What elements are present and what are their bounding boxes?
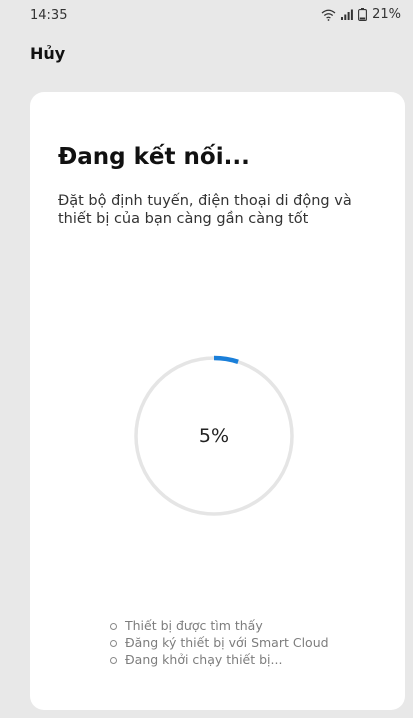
page-title: Đang kết nối... bbox=[58, 144, 250, 170]
circle-bullet-icon bbox=[110, 622, 117, 630]
list-item: Đang khởi chạy thiết bị... bbox=[110, 652, 329, 668]
step-label: Đăng ký thiết bị với Smart Cloud bbox=[125, 635, 329, 650]
progress-ring: 5% bbox=[132, 354, 296, 518]
battery-percent: 21% bbox=[372, 7, 401, 22]
signal-icon bbox=[341, 9, 353, 20]
battery-icon bbox=[358, 8, 368, 21]
wifi-icon bbox=[321, 9, 336, 21]
status-time: 14:35 bbox=[30, 8, 68, 23]
step-label: Thiết bị được tìm thấy bbox=[125, 618, 263, 633]
progress-percent: 5% bbox=[198, 425, 230, 447]
circle-bullet-icon bbox=[110, 656, 117, 664]
cancel-button[interactable]: Hủy bbox=[30, 44, 65, 63]
list-item: Thiết bị được tìm thấy bbox=[110, 618, 329, 634]
list-item: Đăng ký thiết bị với Smart Cloud bbox=[110, 635, 329, 651]
step-list: Thiết bị được tìm thấy Đăng ký thiết bị … bbox=[110, 618, 329, 669]
circle-bullet-icon bbox=[110, 639, 117, 647]
connecting-card: Đang kết nối... Đặt bộ định tuyến, điện … bbox=[30, 92, 405, 710]
instruction-text: Đặt bộ định tuyến, điện thoại di động và… bbox=[58, 193, 352, 227]
step-label: Đang khởi chạy thiết bị... bbox=[125, 652, 283, 667]
status-bar: 14:35 21% bbox=[0, 0, 413, 28]
status-icons: 21% bbox=[321, 7, 401, 22]
